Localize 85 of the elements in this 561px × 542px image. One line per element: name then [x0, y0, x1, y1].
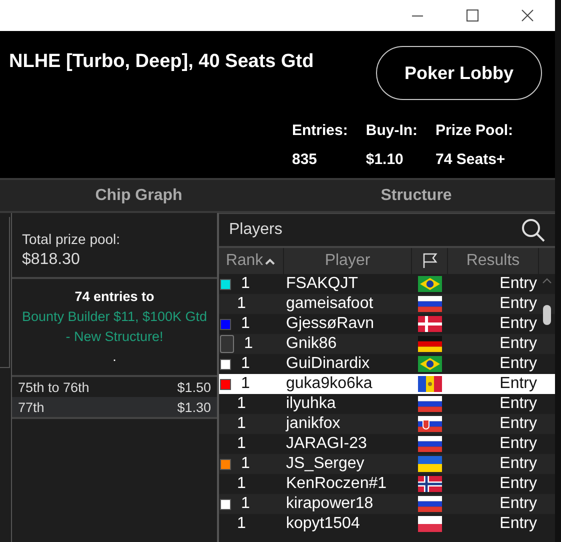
result-cell-text: Entry	[498, 495, 538, 513]
flag-icon	[418, 296, 442, 312]
close-icon[interactable]	[521, 9, 534, 22]
player-row[interactable]: 1 guka9ko6ka Entry	[219, 374, 555, 394]
total-prize-value: $818.30	[22, 251, 81, 269]
tab[interactable]: Structure	[278, 180, 555, 211]
tournament-link[interactable]: Bounty Builder $11, $100K Gtd - New Structure!	[18, 307, 211, 347]
rank-cell: 1	[241, 375, 250, 393]
rank-cell: 1	[237, 295, 246, 313]
rank-cell: 1	[244, 335, 253, 353]
payout-amount: $1.30	[177, 400, 211, 414]
flag-icon	[418, 456, 442, 472]
result-cell-text: Entry	[498, 395, 538, 413]
player-name: GuiDinardix	[285, 355, 371, 373]
result-cell-text: Entry	[498, 355, 538, 373]
flag-icon	[418, 416, 442, 432]
player-name: FSAKQJT	[285, 275, 360, 293]
player-name: Gnik86	[285, 335, 338, 353]
flag-icon	[418, 436, 442, 452]
result-cell-text: Entry	[498, 375, 538, 393]
players-title: Players	[229, 221, 282, 239]
player-row[interactable]: 1 kirapower18 Entry	[219, 494, 555, 514]
stat-label: Prize Pool:	[436, 122, 514, 139]
stat-value: $1.10	[366, 151, 404, 168]
rank-cell: 1	[241, 355, 250, 373]
player-row[interactable]: 1 janikfox Entry	[219, 414, 555, 434]
result-cell-text: Entry	[498, 515, 538, 533]
result-cell-text: Entry	[498, 475, 538, 493]
flag-icon	[418, 496, 442, 512]
flag-column-icon[interactable]	[422, 253, 438, 269]
result-cell-text: Entry	[498, 455, 538, 473]
player-row[interactable]: 1 gameisafoot Entry	[219, 294, 555, 314]
payout-place: 77th	[18, 400, 44, 414]
player-name: guka9ko6ka	[285, 375, 374, 393]
payout-place: 75th to 76th	[18, 380, 90, 394]
rank-cell: 1	[237, 395, 246, 413]
player-name: GjessøRavn	[285, 315, 376, 333]
result-cell-text: Entry	[498, 275, 538, 293]
flag-icon	[418, 356, 442, 372]
flag-icon	[418, 396, 442, 412]
stat-label: Entries:	[292, 122, 348, 139]
scrollbar-thumb[interactable]	[543, 305, 551, 325]
player-name: JS_Sergey	[285, 455, 366, 473]
poker-lobby-button[interactable]: Poker Lobby	[376, 46, 542, 100]
stat-value: 74 Seats+	[436, 151, 506, 168]
tab[interactable]: Chip Graph	[0, 180, 278, 211]
rank-cell: 1	[241, 275, 250, 293]
flag-icon	[418, 316, 442, 332]
flag-icon	[418, 376, 442, 392]
rank-cell: 1	[241, 455, 250, 473]
rank-cell: 1	[237, 515, 246, 533]
player-row[interactable]: 1 JS_Sergey Entry	[219, 454, 555, 474]
player-name: kirapower18	[285, 495, 374, 513]
tournament-title: NLHE [Turbo, Deep], 40 Seats Gtd	[9, 51, 314, 73]
satellite-note: 74 entries to Bounty Builder $11, $100K Gtd - New Structure! .	[12, 279, 217, 377]
search-icon[interactable]	[521, 218, 545, 242]
rank-cell: 1	[237, 415, 246, 433]
result-cell-text: Entry	[498, 295, 538, 313]
note-tag-icon	[220, 335, 234, 353]
player-name: kopyt1504	[285, 515, 361, 533]
result-cell-text: Entry	[498, 315, 538, 333]
sort-caret-icon	[264, 256, 276, 266]
result-cell-text: Entry	[498, 435, 538, 453]
payout-amount: $1.50	[177, 380, 211, 394]
rank-cell: 1	[241, 315, 250, 333]
scroll-up-icon[interactable]	[542, 278, 552, 284]
total-prize-label: Total prize pool:	[22, 231, 122, 247]
player-row[interactable]: 1 Gnik86 Entry	[219, 334, 555, 354]
player-name: KenRoczen#1	[285, 475, 388, 493]
player-name: janikfox	[284, 415, 342, 433]
rank-cell: 1	[241, 495, 250, 513]
flag-icon	[418, 476, 442, 492]
rank-cell: 1	[237, 475, 246, 493]
stat-label: Buy-In:	[366, 122, 418, 139]
result-cell-text: Entry	[498, 415, 538, 433]
rank-cell: 1	[237, 435, 246, 453]
flag-icon	[418, 336, 442, 352]
maximize-icon[interactable]	[466, 9, 479, 22]
player-name: JARAGI-23	[285, 435, 368, 453]
result-cell-text: Entry	[498, 335, 538, 353]
player-name: gameisafoot	[285, 295, 374, 313]
stat-value: 835	[292, 151, 318, 168]
player-name: ilyuhka	[285, 395, 337, 413]
flag-icon	[418, 276, 442, 292]
flag-icon	[418, 516, 442, 532]
